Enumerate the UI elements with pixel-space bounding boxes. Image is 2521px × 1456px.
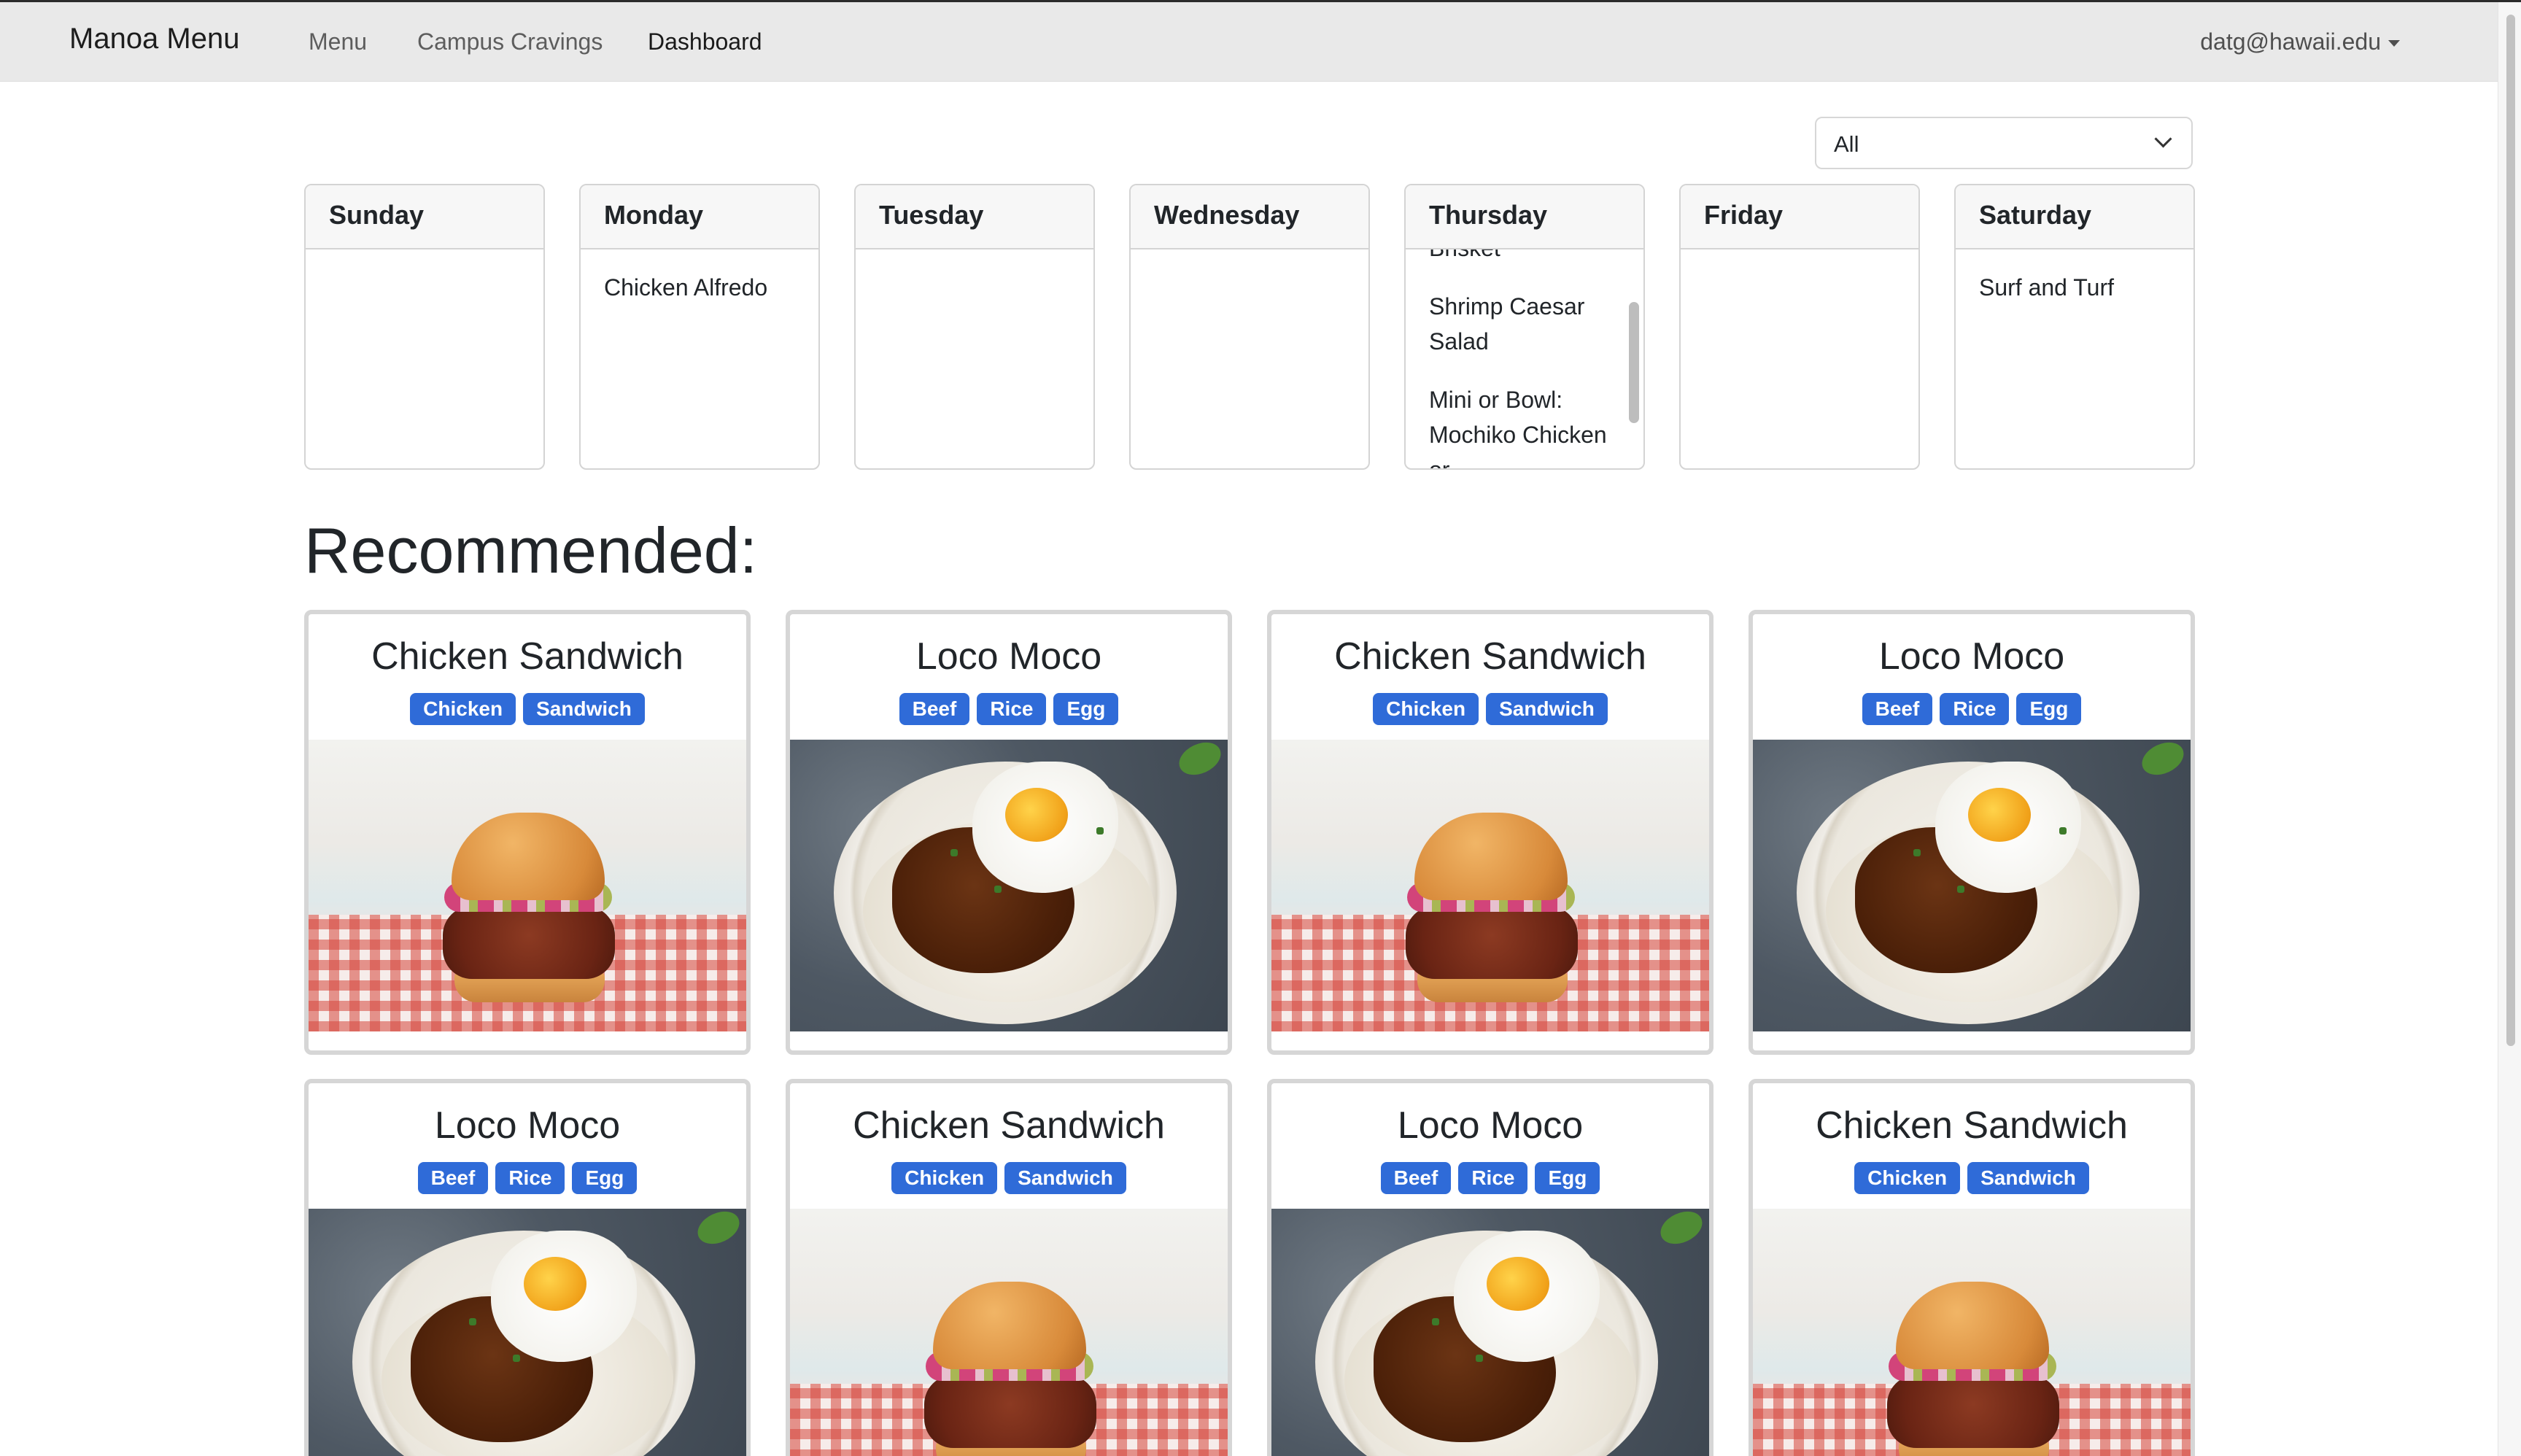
tag-list: Beef Rice Egg xyxy=(309,1162,746,1209)
day-card-wednesday: Wednesday xyxy=(1129,184,1370,470)
nav-link-campus-cravings[interactable]: Campus Cravings xyxy=(417,28,603,55)
day-heading: Wednesday xyxy=(1131,185,1368,249)
food-title: Loco Moco xyxy=(434,1104,621,1147)
food-title: Loco Moco xyxy=(1878,635,2065,678)
day-card-tuesday: Tuesday xyxy=(854,184,1095,470)
recommendation-card[interactable]: Chicken Sandwich Chicken Sandwich xyxy=(786,1079,1232,1456)
chicken-sandwich-image xyxy=(309,740,746,1031)
tag-badge: Rice xyxy=(1458,1162,1528,1194)
user-email: datg@hawaii.edu xyxy=(2200,28,2381,55)
recommendation-card[interactable]: Loco Moco Beef Rice Egg xyxy=(786,610,1232,1055)
tag-list: Chicken Sandwich xyxy=(790,1162,1228,1209)
food-title: Chicken Sandwich xyxy=(1334,635,1646,678)
filter-selected-value: All xyxy=(1834,131,1859,157)
user-dropdown[interactable]: datg@hawaii.edu xyxy=(2200,28,2400,55)
tag-badge: Beef xyxy=(417,1162,489,1194)
tag-badge: Egg xyxy=(1053,693,1119,725)
day-menu-list-scrollable[interactable]: Brisket Shrimp Caesar Salad Mini or Bowl… xyxy=(1406,249,1643,468)
day-heading: Thursday xyxy=(1406,185,1643,249)
tag-badge: Sandwich xyxy=(1004,1162,1126,1194)
menu-item: Brisket xyxy=(1429,249,1614,266)
recommendation-card[interactable]: Loco Moco Beef Rice Egg xyxy=(1749,610,2195,1055)
loco-moco-image xyxy=(1753,740,2191,1031)
page: Manoa Menu Menu Campus Cravings Dashboar… xyxy=(0,0,2521,1456)
tag-badge: Beef xyxy=(899,693,970,725)
tag-badge: Sandwich xyxy=(1967,1162,2089,1194)
recommendation-card[interactable]: Chicken Sandwich Chicken Sandwich xyxy=(1267,610,1713,1055)
day-menu-list xyxy=(1131,249,1368,468)
tag-badge: Rice xyxy=(977,693,1047,725)
tag-badge: Beef xyxy=(1380,1162,1452,1194)
chevron-down-icon xyxy=(2154,130,2172,148)
tag-badge: Egg xyxy=(1535,1162,1600,1194)
chicken-sandwich-image xyxy=(1753,1209,2191,1456)
day-card-monday: Monday Chicken Alfredo xyxy=(579,184,820,470)
recommendation-card[interactable]: Chicken Sandwich Chicken Sandwich xyxy=(1749,1079,2195,1456)
menu-item: Mini or Bowl: Mochiko Chicken or xyxy=(1429,387,1607,468)
tag-badge: Chicken xyxy=(410,693,516,725)
day-menu-list xyxy=(306,249,543,468)
tag-list: Beef Rice Egg xyxy=(790,693,1228,740)
day-list-scrollbar[interactable] xyxy=(1629,302,1639,423)
page-scrollbar-thumb[interactable] xyxy=(2506,15,2515,1046)
tag-badge: Sandwich xyxy=(523,693,645,725)
day-menu-list: Chicken Alfredo xyxy=(581,249,818,468)
nav-link-menu[interactable]: Menu xyxy=(309,28,367,55)
navbar: Manoa Menu Menu Campus Cravings Dashboar… xyxy=(0,2,2498,82)
food-title: Chicken Sandwich xyxy=(371,635,684,678)
tag-badge: Sandwich xyxy=(1486,693,1608,725)
brand-link[interactable]: Manoa Menu xyxy=(69,23,239,55)
tag-badge: Chicken xyxy=(1854,1162,1961,1194)
tag-list: Beef Rice Egg xyxy=(1753,693,2191,740)
day-heading: Sunday xyxy=(306,185,543,249)
loco-moco-image xyxy=(790,740,1228,1031)
tag-badge: Chicken xyxy=(1373,693,1479,725)
day-menu-list xyxy=(1681,249,1918,468)
tag-badge: Rice xyxy=(495,1162,565,1194)
day-card-sunday: Sunday xyxy=(304,184,545,470)
food-title: Loco Moco xyxy=(1397,1104,1584,1147)
tag-list: Chicken Sandwich xyxy=(1753,1162,2191,1209)
tag-badge: Rice xyxy=(1940,693,2010,725)
tag-badge: Beef xyxy=(1862,693,1933,725)
recommendation-card[interactable]: Chicken Sandwich Chicken Sandwich xyxy=(304,610,751,1055)
day-card-thursday: Thursday Brisket Shrimp Caesar Salad Min… xyxy=(1404,184,1645,470)
tag-list: Chicken Sandwich xyxy=(1271,693,1709,740)
loco-moco-image xyxy=(309,1209,746,1456)
filter-select[interactable]: All xyxy=(1815,117,2193,169)
food-title: Chicken Sandwich xyxy=(853,1104,1165,1147)
food-title: Chicken Sandwich xyxy=(1816,1104,2128,1147)
caret-down-icon xyxy=(2388,40,2400,47)
recommendation-card[interactable]: Loco Moco Beef Rice Egg xyxy=(304,1079,751,1456)
tag-badge: Egg xyxy=(2016,693,2082,725)
day-heading: Saturday xyxy=(1956,185,2193,249)
tag-list: Beef Rice Egg xyxy=(1271,1162,1709,1209)
nav-link-dashboard[interactable]: Dashboard xyxy=(648,28,762,55)
loco-moco-image xyxy=(1271,1209,1709,1456)
menu-item: Chicken Alfredo xyxy=(604,274,768,301)
recommendation-card[interactable]: Loco Moco Beef Rice Egg xyxy=(1267,1079,1713,1456)
menu-item: Surf and Turf xyxy=(1979,274,2114,301)
tag-badge: Chicken xyxy=(891,1162,998,1194)
day-card-friday: Friday xyxy=(1679,184,1920,470)
day-card-saturday: Saturday Surf and Turf xyxy=(1954,184,2195,470)
day-menu-list: Surf and Turf xyxy=(1956,249,2193,468)
day-heading: Friday xyxy=(1681,185,1918,249)
day-menu-list xyxy=(856,249,1093,468)
tag-badge: Egg xyxy=(572,1162,638,1194)
day-heading: Tuesday xyxy=(856,185,1093,249)
tag-list: Chicken Sandwich xyxy=(309,693,746,740)
recommended-heading: Recommended: xyxy=(304,514,758,586)
chicken-sandwich-image xyxy=(1271,740,1709,1031)
food-title: Loco Moco xyxy=(915,635,1102,678)
chicken-sandwich-image xyxy=(790,1209,1228,1456)
menu-item: Shrimp Caesar Salad xyxy=(1429,293,1585,355)
day-heading: Monday xyxy=(581,185,818,249)
